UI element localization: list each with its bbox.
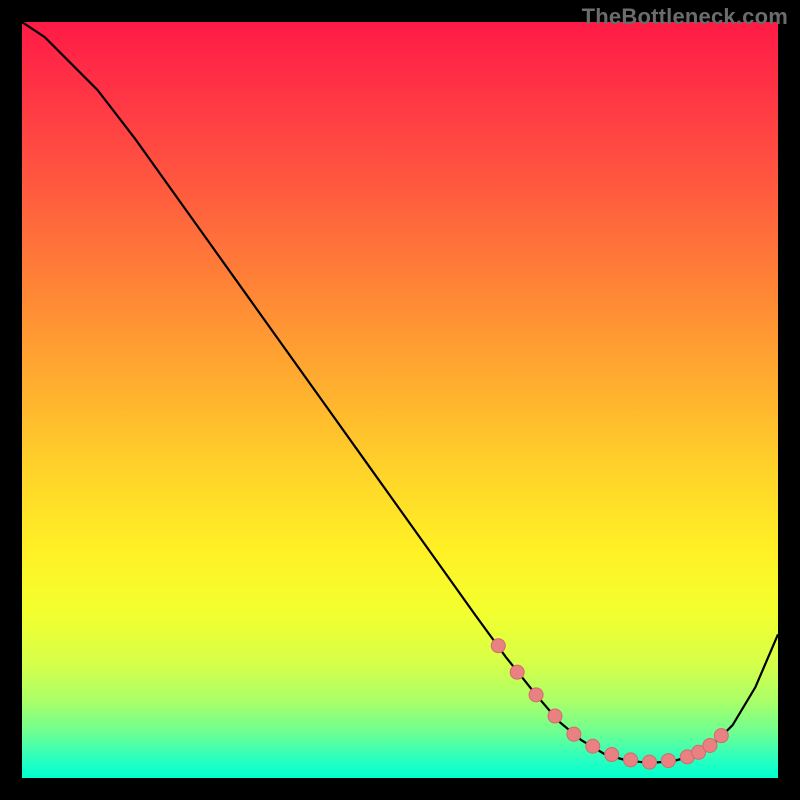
data-point [661, 754, 675, 768]
data-point [567, 727, 581, 741]
data-point [703, 738, 717, 752]
data-point [605, 748, 619, 762]
data-point [714, 729, 728, 743]
chart-svg [22, 22, 778, 778]
data-point [548, 709, 562, 723]
attribution-label: TheBottleneck.com [582, 4, 788, 30]
data-point [642, 755, 656, 769]
data-point [586, 739, 600, 753]
data-point [529, 688, 543, 702]
plot-area [22, 22, 778, 778]
data-point [491, 639, 505, 653]
data-point [624, 753, 638, 767]
gradient-background [22, 22, 778, 778]
chart-container: TheBottleneck.com [0, 0, 800, 800]
data-point [510, 665, 524, 679]
